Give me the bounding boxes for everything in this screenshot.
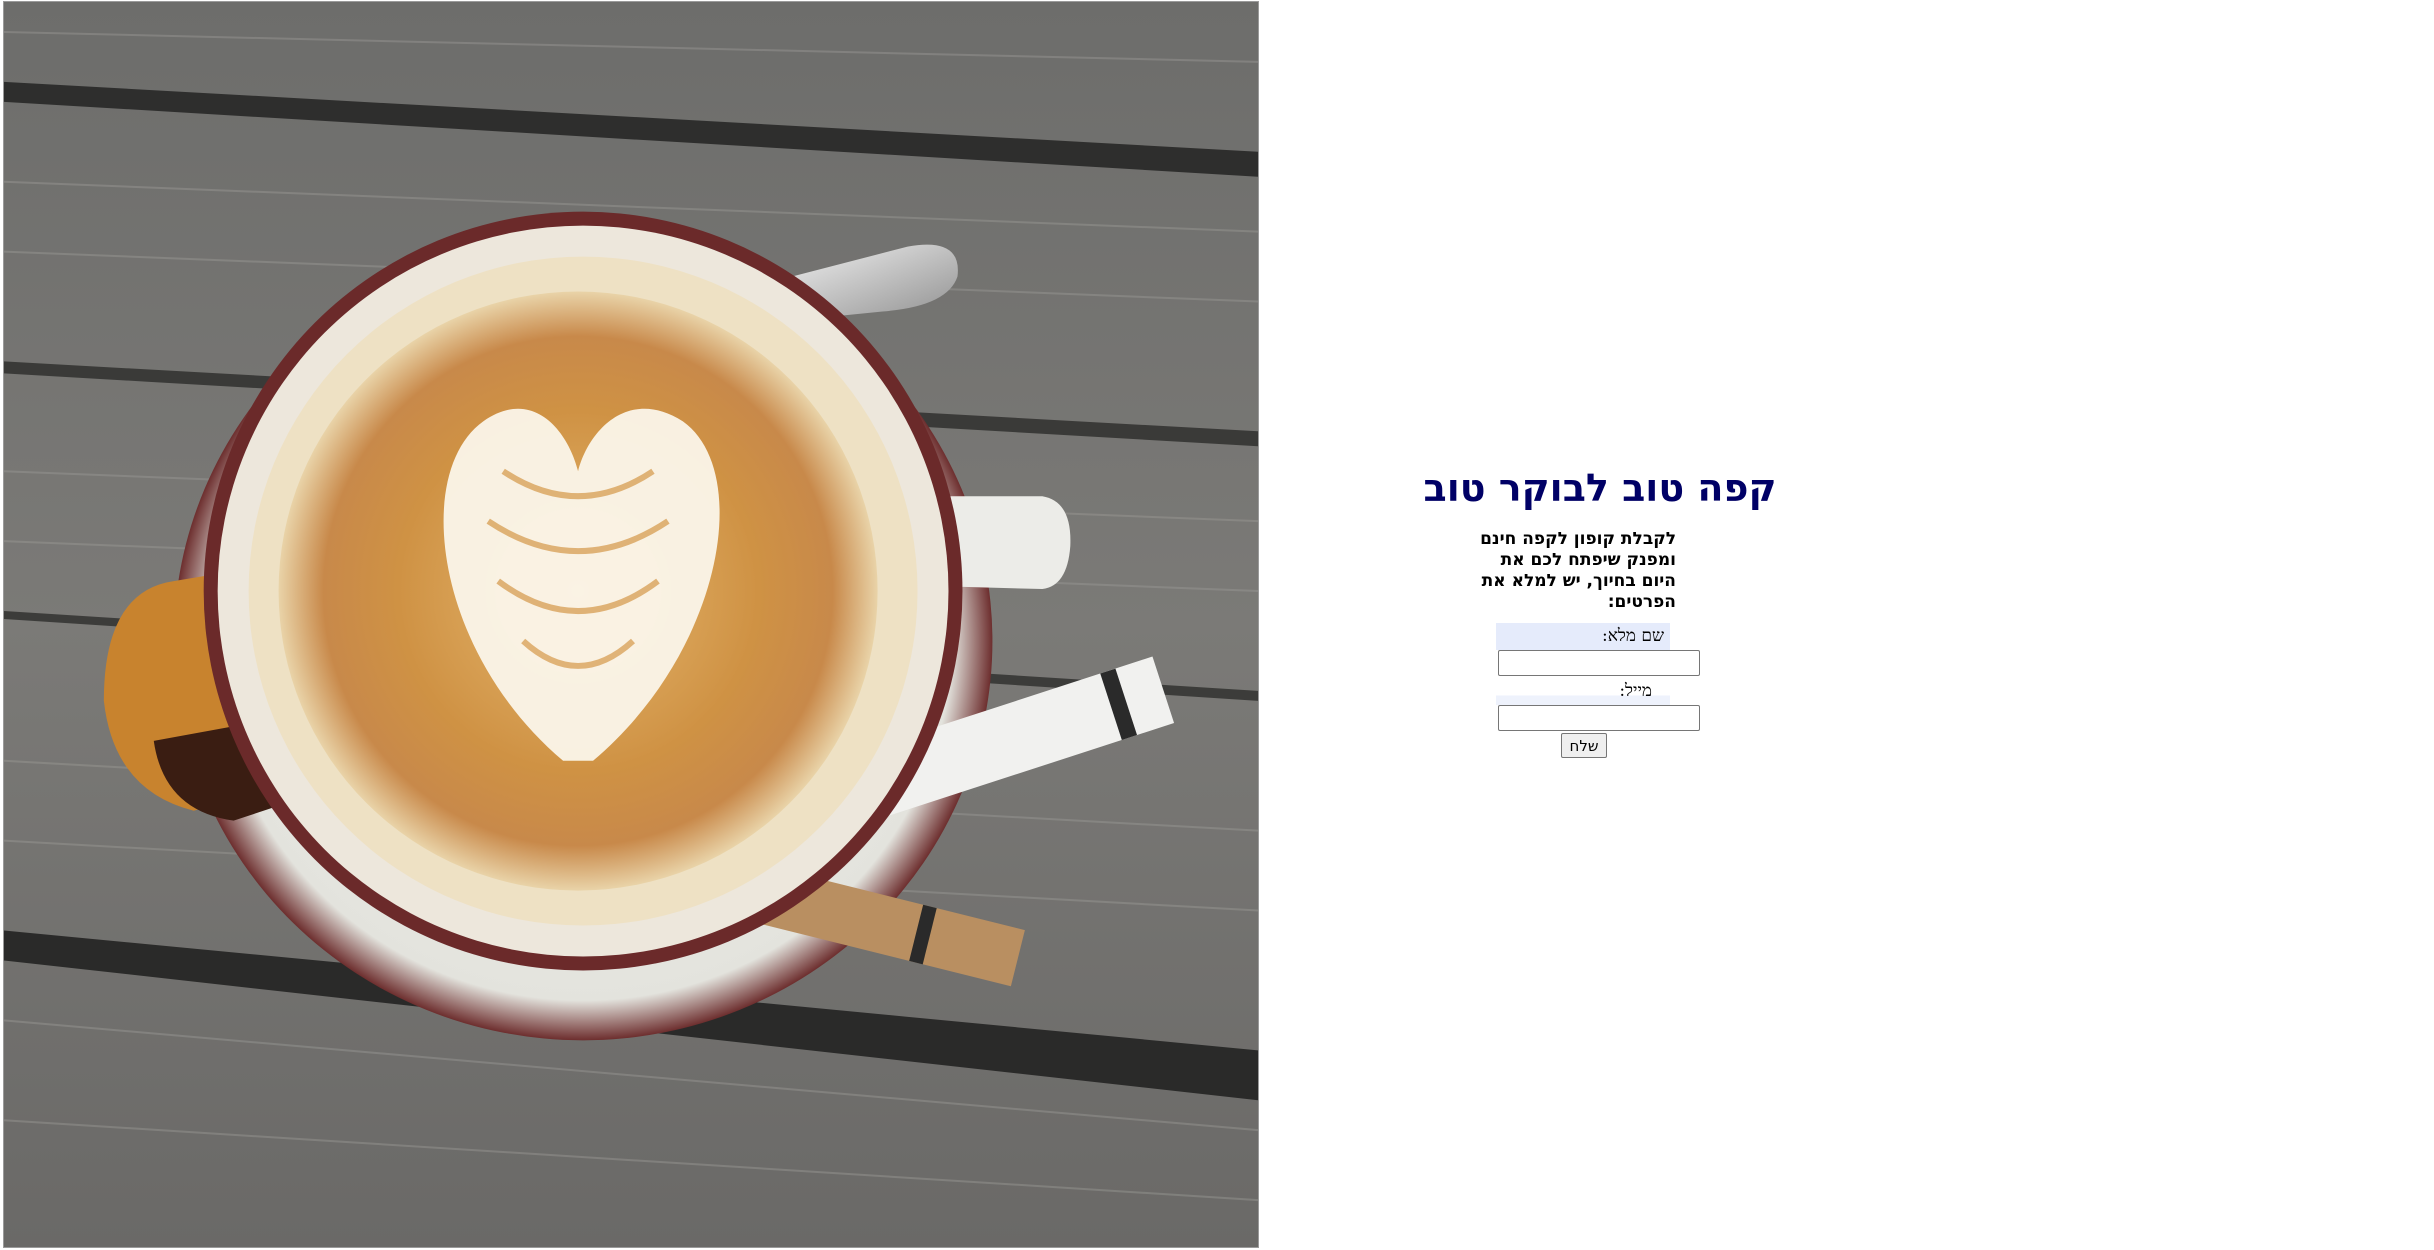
submit-button[interactable]: שלח bbox=[1561, 733, 1607, 758]
page-title: קפה טוב לבוקר טוב bbox=[1423, 466, 1777, 510]
full-name-input[interactable] bbox=[1498, 650, 1700, 676]
coffee-photo-illustration bbox=[4, 2, 1258, 1247]
email-input[interactable] bbox=[1498, 705, 1700, 731]
full-name-label: שם מלא: bbox=[1496, 623, 1670, 650]
coupon-form-panel: קפה טוב לבוקר טוב לקבלת קופון לקפה חינם … bbox=[1260, 0, 2434, 1250]
hero-photo bbox=[3, 1, 1259, 1248]
email-label: מייל: bbox=[1496, 678, 1670, 705]
coupon-form: שם מלא: מייל: שלח bbox=[1490, 623, 1700, 758]
intro-text: לקבלת קופון לקפה חינם ומפנק שיפתח לכם את… bbox=[1480, 529, 1676, 612]
